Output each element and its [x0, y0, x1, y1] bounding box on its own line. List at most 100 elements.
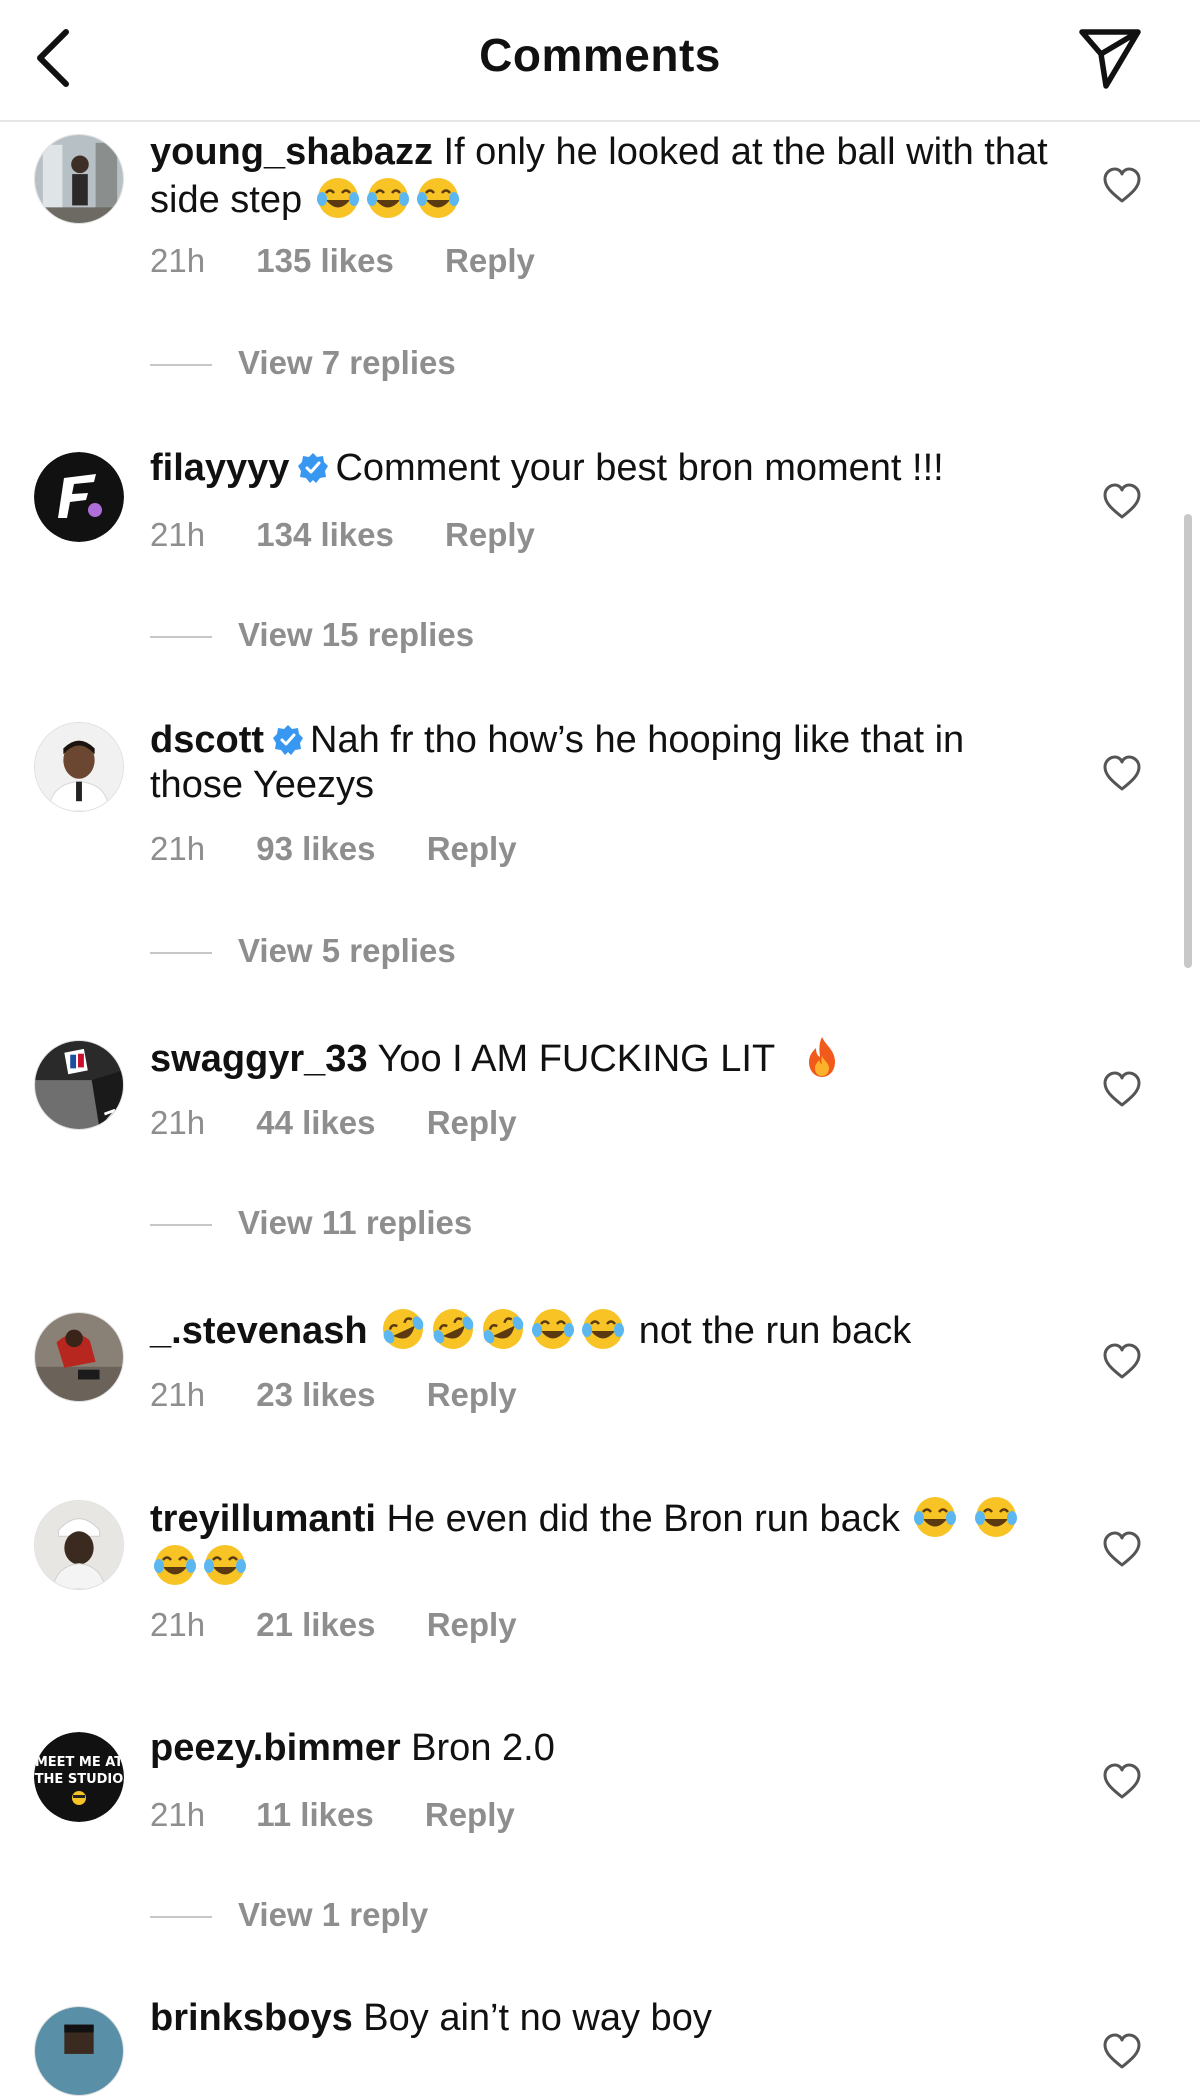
comment-body: He even did the Bron run back	[375, 1498, 900, 1540]
comment-username[interactable]: treyillumanti	[150, 1498, 376, 1540]
replies-divider	[150, 1916, 212, 1919]
rolling-laughing-emoji-icon	[430, 1306, 476, 1352]
avatar[interactable]	[34, 1312, 124, 1402]
heart-icon[interactable]	[1102, 1530, 1142, 1570]
view-replies-label: View 11 replies	[238, 1204, 473, 1241]
comment-time: 21h	[150, 830, 206, 867]
comment-likes[interactable]: 93 likes	[256, 830, 375, 868]
verified-badge-icon	[298, 453, 329, 483]
tears-of-joy-emoji-icon	[973, 1494, 1019, 1540]
comment-meta: 21h 23 likes Reply	[150, 1376, 517, 1414]
avatar-photo	[35, 2007, 123, 2095]
comment-likes[interactable]: 44 likes	[256, 1104, 375, 1142]
comments-header: Comments	[0, 0, 1200, 122]
comment-meta: 21h 21 likes Reply	[150, 1606, 517, 1644]
comment-meta: 21h 134 likes Reply	[150, 516, 535, 554]
avatar[interactable]	[34, 2006, 124, 2096]
comment-username[interactable]: swaggyr_33	[150, 1038, 368, 1080]
comment-text-block: peezy.bimmer Bron 2.0	[150, 1726, 1050, 1771]
rolling-laughing-emoji-icon	[380, 1306, 426, 1352]
scrollbar[interactable]	[1184, 514, 1192, 968]
reply-button[interactable]: Reply	[427, 830, 517, 868]
tears-of-joy-emoji-icon	[415, 175, 461, 221]
heart-icon[interactable]	[1102, 2032, 1142, 2072]
avatar-photo	[35, 1313, 123, 1401]
heart-icon[interactable]	[1102, 1342, 1142, 1382]
view-replies-button[interactable]: View 5 replies	[150, 932, 456, 970]
avatar[interactable]	[34, 1500, 124, 1590]
heart-icon[interactable]	[1102, 754, 1142, 794]
comment-text-block: _.stevenash not the run back	[150, 1306, 1050, 1354]
avatar[interactable]	[34, 722, 124, 812]
comment-meta: 21h 44 likes Reply	[150, 1104, 517, 1142]
comment-time: 21h	[150, 516, 206, 553]
comment-username[interactable]: peezy.bimmer	[150, 1727, 401, 1769]
avatar[interactable]: NB	[34, 1040, 124, 1130]
comment-text-block: brinksboys Boy ain’t no way boy	[150, 1996, 1050, 2041]
heart-icon[interactable]	[1102, 1762, 1142, 1802]
comment-time: 21h	[150, 242, 206, 279]
avatar[interactable]	[34, 134, 124, 224]
avatar[interactable]	[34, 452, 124, 542]
comment-meta: 21h 93 likes Reply	[150, 830, 517, 868]
comment-username[interactable]: young_shabazz	[150, 131, 433, 173]
comment-likes[interactable]: 23 likes	[256, 1376, 375, 1414]
avatar-text-line-1: MEET ME AT	[35, 1755, 123, 1770]
tears-of-joy-emoji-icon	[315, 175, 361, 221]
comment-likes[interactable]: 134 likes	[256, 516, 394, 554]
tears-of-joy-emoji-icon	[580, 1306, 626, 1352]
comment-meta: 21h 135 likes Reply	[150, 242, 535, 280]
replies-divider	[150, 636, 212, 639]
reply-button[interactable]: Reply	[425, 1796, 515, 1834]
view-replies-label: View 1 reply	[238, 1896, 429, 1933]
heart-icon[interactable]	[1102, 166, 1142, 206]
comment-body: not the run back	[638, 1310, 912, 1352]
page-title: Comments	[479, 29, 721, 81]
paper-plane-icon[interactable]	[1076, 24, 1144, 92]
avatar[interactable]: MEET ME AT THE STUDIO	[34, 1732, 124, 1822]
reply-button[interactable]: Reply	[427, 1606, 517, 1644]
comment-body: Yoo I AM FUCKING LIT	[367, 1038, 775, 1080]
reply-button[interactable]: Reply	[445, 516, 535, 554]
replies-divider	[150, 1224, 212, 1227]
reply-button[interactable]: Reply	[445, 242, 535, 280]
comment-username[interactable]: _.stevenash	[150, 1310, 368, 1352]
comment-body: Bron 2.0	[400, 1727, 555, 1769]
view-replies-button[interactable]: View 15 replies	[150, 616, 474, 654]
reply-button[interactable]: Reply	[427, 1376, 517, 1414]
avatar-photo	[35, 135, 123, 223]
comment-username[interactable]: brinksboys	[150, 1997, 353, 2039]
comment-likes[interactable]: 135 likes	[256, 242, 394, 280]
reply-button[interactable]: Reply	[427, 1104, 517, 1142]
avatar-photo	[35, 1501, 123, 1589]
comment-likes[interactable]: 11 likes	[256, 1796, 373, 1834]
comment-text-block: filayyyy Comment your best bron moment !!…	[150, 446, 1050, 491]
avatar-logo: MEET ME AT THE STUDIO	[34, 1732, 124, 1822]
heart-icon[interactable]	[1102, 482, 1142, 522]
comment-likes[interactable]: 21 likes	[256, 1606, 375, 1644]
tears-of-joy-emoji-icon	[152, 1542, 198, 1588]
heart-icon[interactable]	[1102, 1070, 1142, 1110]
comment-body: Boy ain’t no way boy	[352, 1997, 712, 2039]
view-replies-button[interactable]: View 1 reply	[150, 1896, 428, 1934]
verified-badge-icon	[273, 725, 303, 755]
comment-username[interactable]: dscott	[150, 719, 264, 761]
comment-time: 21h	[150, 1376, 206, 1413]
comment-body: Comment your best bron moment !!!	[335, 447, 944, 489]
comment-meta: 21h 11 likes Reply	[150, 1796, 515, 1834]
comment-text-block: swaggyr_33 Yoo I AM FUCKING LIT	[150, 1034, 1050, 1082]
view-replies-label: View 5 replies	[238, 932, 456, 969]
comment-text-block: dscott Nah fr tho how’s he hooping like t…	[150, 718, 1050, 808]
comment-text-block: young_shabazz If only he looked at the b…	[150, 130, 1050, 223]
tears-of-joy-emoji-icon	[202, 1542, 248, 1588]
replies-divider	[150, 364, 212, 367]
comment-time: 21h	[150, 1104, 206, 1141]
fire-emoji-icon	[799, 1034, 845, 1080]
comment-time: 21h	[150, 1796, 206, 1833]
view-replies-button[interactable]: View 7 replies	[150, 344, 456, 382]
avatar-text-line-2: THE STUDIO	[35, 1772, 124, 1787]
avatar-photo	[35, 723, 123, 811]
comment-username[interactable]: filayyyy	[150, 447, 289, 489]
view-replies-button[interactable]: View 11 replies	[150, 1204, 472, 1242]
tears-of-joy-emoji-icon	[365, 175, 411, 221]
